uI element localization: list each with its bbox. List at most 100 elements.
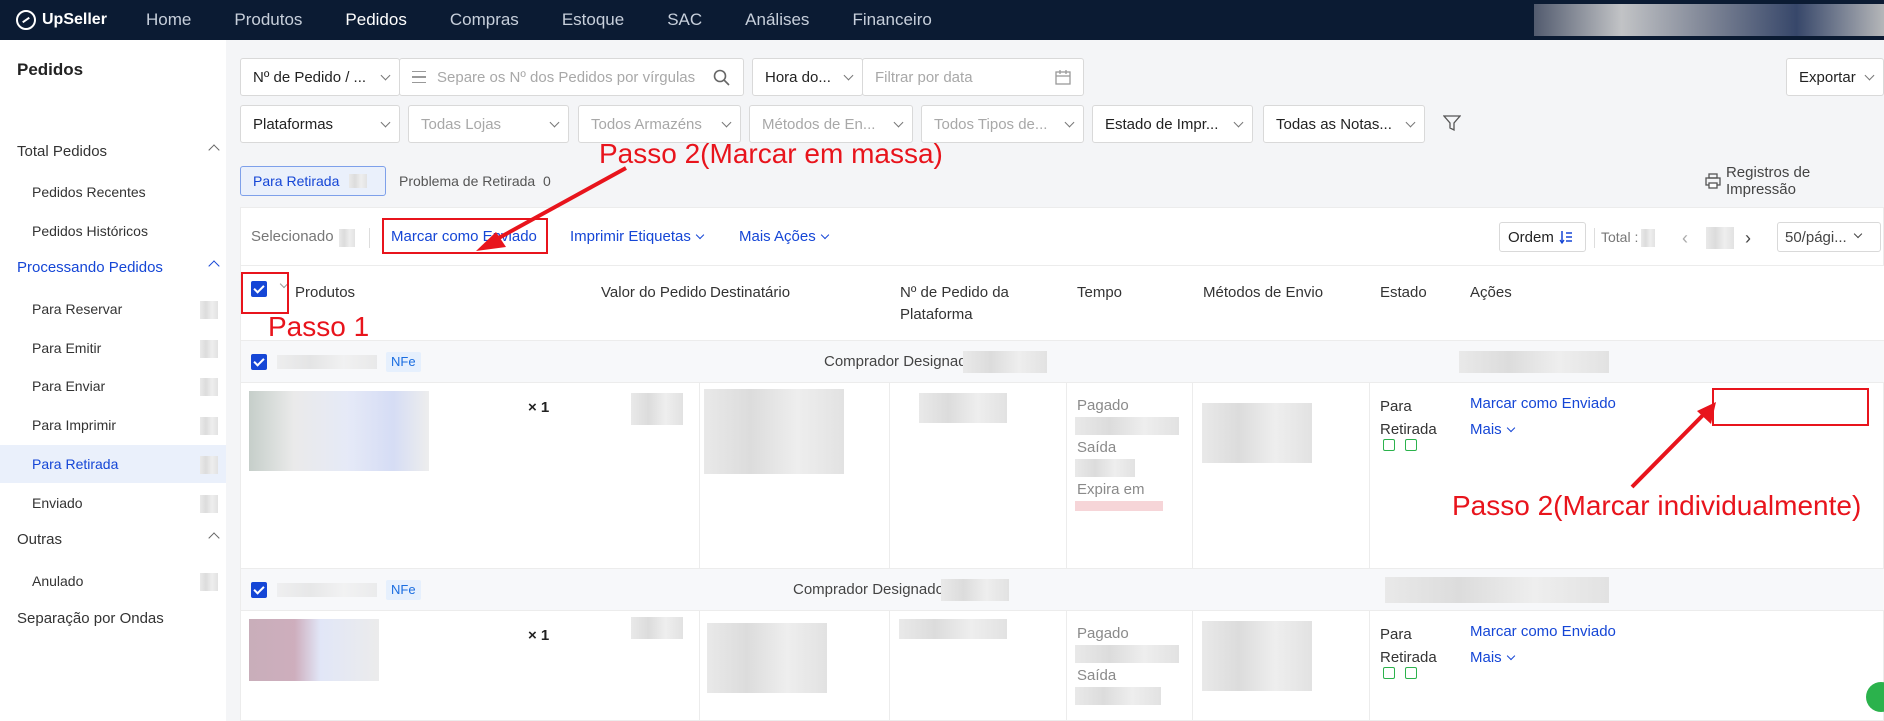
sidebar-item-para-imprimir[interactable]: Para Imprimir xyxy=(0,406,226,444)
quantity: × 1 xyxy=(528,399,550,416)
prev-page-icon[interactable]: ‹ xyxy=(1682,228,1688,249)
print-log-label: Registros de Impressão xyxy=(1725,164,1811,198)
annotation-step1: Passo 1 xyxy=(268,311,370,342)
sidebar-item-anulado[interactable]: Anulado xyxy=(0,562,226,600)
page-size-select[interactable]: 50/pági... xyxy=(1777,222,1881,252)
sidebar-group-outras[interactable]: Outras xyxy=(0,520,226,558)
filter-icon[interactable] xyxy=(1443,114,1461,132)
sidebar-item-label: Para Enviar xyxy=(32,378,106,394)
divider xyxy=(1369,611,1370,721)
time-type-select[interactable]: Hora do... xyxy=(752,58,863,96)
header-numero-pedido: Nº de Pedido da Plataforma xyxy=(900,284,1009,323)
print-labels-label: Imprimir Etiquetas xyxy=(570,228,691,245)
order-number-type-select[interactable]: Nº de Pedido / ... xyxy=(240,58,400,96)
nav-sac[interactable]: SAC xyxy=(667,10,702,30)
order-search-input[interactable]: Separe os Nº dos Pedidos por vírgulas xyxy=(399,58,744,96)
chevron-up-icon xyxy=(208,260,220,272)
redacted-time xyxy=(1075,417,1179,435)
order-checkbox[interactable] xyxy=(251,354,267,370)
sidebar-group-total-pedidos[interactable]: Total Pedidos xyxy=(0,132,226,170)
top-nav-bar: UpSeller Home Produtos Pedidos Compras E… xyxy=(0,0,1884,40)
redacted-time xyxy=(1075,687,1161,705)
header-tempo: Tempo xyxy=(1077,284,1123,301)
next-page-icon[interactable]: › xyxy=(1745,228,1751,249)
sidebar-item-para-emitir[interactable]: Para Emitir xyxy=(0,329,226,367)
sidebar-item-para-retirada[interactable]: Para Retirada xyxy=(0,445,226,483)
sidebar-item-label: Pedidos Históricos xyxy=(32,223,148,239)
print-state-value: Estado de Impr... xyxy=(1105,115,1219,133)
export-button[interactable]: Exportar xyxy=(1786,58,1884,96)
divider xyxy=(369,228,370,248)
order-checkbox[interactable] xyxy=(251,582,267,598)
print-labels-dropdown[interactable]: Imprimir Etiquetas xyxy=(570,228,705,245)
sidebar-item-para-enviar[interactable]: Para Enviar xyxy=(0,367,226,405)
page-size-value: 50/pági... xyxy=(1785,228,1847,246)
more-actions-dropdown[interactable]: Mais Ações xyxy=(739,228,829,245)
chevron-down-icon xyxy=(1864,70,1875,81)
redacted-total xyxy=(1641,229,1655,247)
page-number[interactable] xyxy=(1706,227,1734,249)
redacted-value xyxy=(631,393,683,425)
sidebar-item-pedidos-recentes[interactable]: Pedidos Recentes xyxy=(0,173,226,211)
user-account-area[interactable] xyxy=(1534,0,1884,40)
more-actions-link[interactable]: Mais xyxy=(1470,421,1515,438)
redacted-time xyxy=(1075,501,1163,511)
mark-as-shipped-button[interactable]: Marcar como Enviado xyxy=(1470,623,1616,640)
chevron-down-icon xyxy=(893,117,904,128)
nav-financeiro[interactable]: Financeiro xyxy=(852,10,931,30)
header-metodos-envio: Métodos de Envio xyxy=(1203,284,1324,301)
notes-select[interactable]: Todas as Notas... xyxy=(1263,105,1425,143)
list-icon xyxy=(412,71,426,83)
print-log-link[interactable]: Registros de Impressão xyxy=(1693,164,1884,198)
date-placeholder: Filtrar por data xyxy=(875,68,973,86)
redacted-buyer xyxy=(941,579,1009,601)
search-placeholder: Separe os Nº dos Pedidos por vírgulas xyxy=(437,68,696,86)
mark-as-shipped-button[interactable]: Marcar como Enviado xyxy=(1470,395,1616,412)
brand-logo[interactable]: UpSeller xyxy=(16,10,146,30)
divider xyxy=(1594,228,1595,248)
tab-problema-de-retirada[interactable]: Problema de Retirada 0 xyxy=(387,166,587,196)
export-label: Exportar xyxy=(1799,68,1856,86)
sidebar-group-label: Outras xyxy=(17,530,63,548)
types-select[interactable]: Todos Tipos de... xyxy=(921,105,1084,143)
chevron-down-icon xyxy=(1853,229,1862,239)
date-filter-input[interactable]: Filtrar por data xyxy=(862,58,1084,96)
order-group-header: NFe Comprador Designado: xyxy=(241,569,1884,611)
divider xyxy=(1192,611,1193,721)
stores-select[interactable]: Todas Lojas xyxy=(408,105,569,143)
order-status: Para Retirada xyxy=(1380,626,1437,666)
divider xyxy=(889,611,890,721)
redacted-time xyxy=(1075,645,1179,663)
print-state-select[interactable]: Estado de Impr... xyxy=(1092,105,1253,143)
chevron-down-icon xyxy=(549,117,560,128)
search-icon[interactable] xyxy=(713,69,731,87)
sidebar-item-separacao-por-ondas[interactable]: Separação por Ondas xyxy=(0,599,226,637)
chevron-down-icon xyxy=(1233,117,1244,128)
product-image[interactable] xyxy=(249,619,379,681)
nav-pedidos[interactable]: Pedidos xyxy=(345,10,406,30)
sidebar-item-enviado[interactable]: Enviado xyxy=(0,484,226,522)
redacted-platform-order xyxy=(919,393,1007,423)
platforms-select[interactable]: Plataformas xyxy=(240,105,400,143)
tab-para-retirada[interactable]: Para Retirada xyxy=(240,166,386,196)
nav-analises[interactable]: Análises xyxy=(745,10,809,30)
product-image[interactable] xyxy=(249,391,429,471)
redacted-group-info xyxy=(1385,577,1609,603)
nav-produtos[interactable]: Produtos xyxy=(234,10,302,30)
nav-estoque[interactable]: Estoque xyxy=(562,10,624,30)
more-label: Mais xyxy=(1470,649,1502,666)
buyer-label: Comprador Designado: xyxy=(793,581,949,598)
selected-text: Selecionado xyxy=(251,228,334,245)
sidebar-item-pedidos-historicos[interactable]: Pedidos Históricos xyxy=(0,212,226,250)
nav-home[interactable]: Home xyxy=(146,10,191,30)
sidebar-item-para-reservar[interactable]: Para Reservar xyxy=(0,290,226,328)
sort-order-button[interactable]: Ordem xyxy=(1499,222,1586,252)
table-header: Produtos Valor do Pedido Destinatário Nº… xyxy=(241,265,1884,341)
chevron-down-icon xyxy=(820,230,829,240)
sidebar-group-processando-pedidos[interactable]: Processando Pedidos xyxy=(0,248,226,286)
orders-panel: Selecionado Marcar como Enviado Imprimir… xyxy=(240,207,1884,721)
header-estado: Estado xyxy=(1380,284,1427,301)
nav-compras[interactable]: Compras xyxy=(450,10,519,30)
chevron-down-icon xyxy=(721,117,732,128)
more-actions-link[interactable]: Mais xyxy=(1470,649,1515,666)
